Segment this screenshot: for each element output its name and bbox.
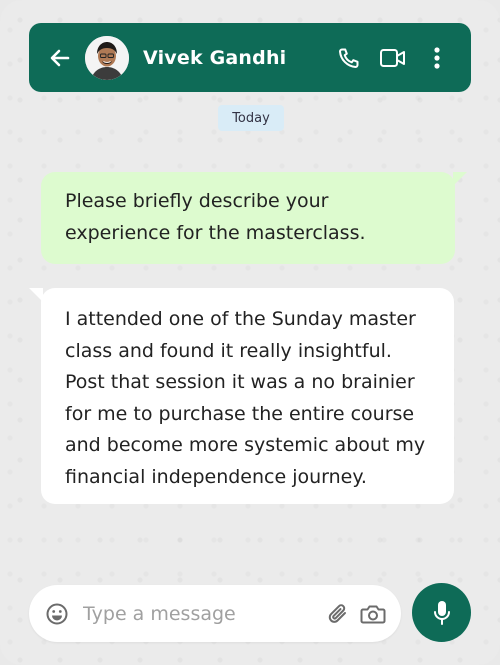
date-separator: Today [218, 105, 284, 131]
more-options-button[interactable] [423, 44, 451, 72]
call-button[interactable] [335, 44, 363, 72]
contact-name[interactable]: Vivek Gandhi [143, 47, 335, 69]
paperclip-icon [328, 603, 346, 623]
camera-button[interactable] [360, 601, 386, 627]
message-input[interactable] [81, 601, 328, 626]
attach-button[interactable] [328, 601, 350, 627]
voice-message-button[interactable] [412, 583, 471, 642]
more-vertical-icon [434, 46, 440, 69]
chat-window: Vivek Gandhi Today Please briefly descri… [0, 0, 500, 665]
microphone-icon [433, 600, 450, 625]
emoji-button[interactable] [45, 601, 69, 627]
phone-icon [339, 48, 359, 68]
arrow-left-icon [50, 49, 70, 66]
chat-header: Vivek Gandhi [29, 23, 471, 92]
message-composer [29, 585, 401, 642]
avatar-image [85, 35, 129, 80]
outgoing-message[interactable]: Please briefly describe your experience … [41, 172, 467, 264]
video-camera-icon [380, 48, 405, 67]
incoming-message[interactable]: I attended one of the Sunday master clas… [29, 288, 454, 504]
back-button[interactable] [45, 43, 75, 73]
emoji-icon [46, 603, 68, 624]
video-call-button[interactable] [379, 44, 407, 72]
camera-icon [360, 605, 386, 623]
avatar[interactable] [85, 35, 129, 80]
